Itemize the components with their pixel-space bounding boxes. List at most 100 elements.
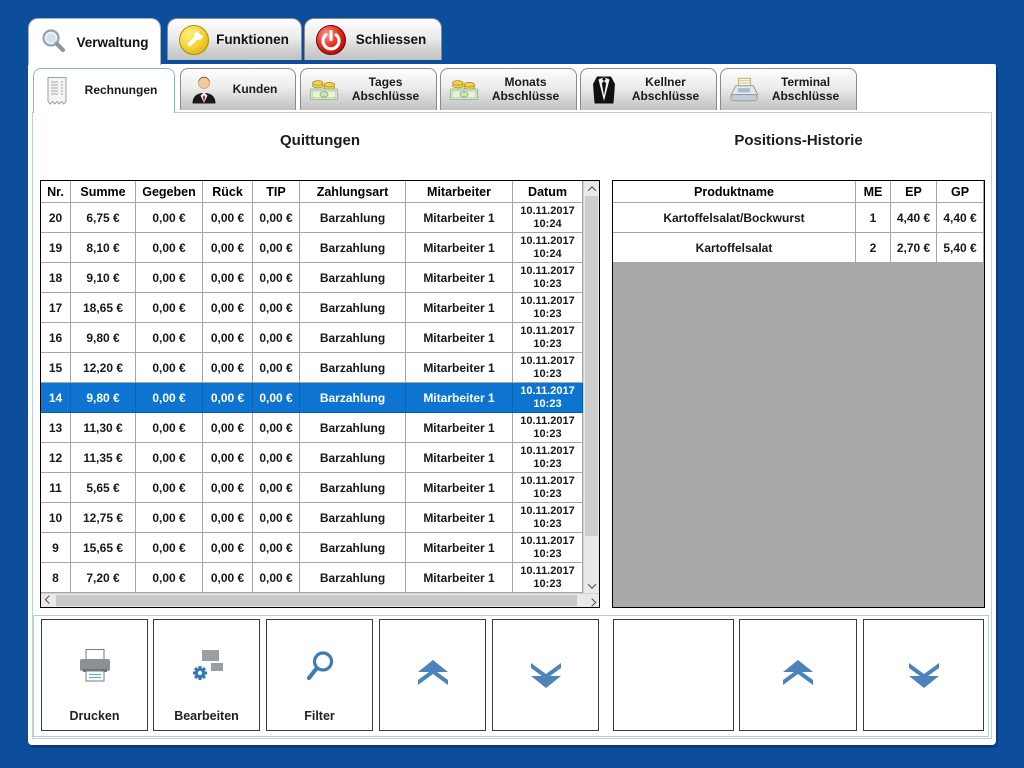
cell: 0,00 € [136, 503, 203, 533]
positions-row[interactable]: Kartoffelsalat22,70 €5,40 € [613, 233, 984, 263]
tab-rechnungen[interactable]: Rechnungen [33, 68, 175, 113]
cell: 19 [41, 233, 71, 263]
quittungen-row[interactable]: 206,75 €0,00 €0,00 €0,00 €BarzahlungMita… [41, 203, 583, 233]
cell: 0,00 € [136, 533, 203, 563]
tab-tages-abschluesse[interactable]: Tages Abschlüsse [300, 68, 437, 110]
terminal-icon [729, 74, 759, 106]
tab-schliessen[interactable]: Schliessen [304, 18, 442, 60]
empty-button[interactable] [613, 619, 734, 731]
tab-monats-abschluesse[interactable]: Monats Abschlüsse [440, 68, 577, 110]
filter-button[interactable]: Filter [266, 619, 373, 731]
quittungen-row[interactable]: 1718,65 €0,00 €0,00 €0,00 €BarzahlungMit… [41, 293, 583, 323]
column-header: Zahlungsart [300, 181, 406, 203]
tab-label: Kellner Abschlüsse [619, 76, 712, 104]
column-header: TIP [253, 181, 300, 203]
cell: Barzahlung [300, 413, 406, 443]
cell: 15 [41, 353, 71, 383]
cell-datum: 10.11.201710:23 [513, 263, 583, 293]
cell: Mitarbeiter 1 [406, 203, 513, 233]
column-header: Gegeben [136, 181, 203, 203]
scroll-up-arrow-icon[interactable] [584, 181, 599, 196]
cell: 0,00 € [253, 293, 300, 323]
quittungen-row[interactable]: 198,10 €0,00 €0,00 €0,00 €BarzahlungMita… [41, 233, 583, 263]
cell: 15,65 € [71, 533, 136, 563]
cell-datum: 10.11.201710:23 [513, 503, 583, 533]
cell: 0,00 € [203, 443, 253, 473]
cell: 0,00 € [253, 533, 300, 563]
cell-datum: 10.11.201710:23 [513, 293, 583, 323]
waiter-vest-icon [589, 74, 619, 106]
cell: 0,00 € [136, 383, 203, 413]
tab-kellner-abschluesse[interactable]: Kellner Abschlüsse [580, 68, 717, 110]
double-chevron-up-icon [380, 658, 485, 690]
cell: Barzahlung [300, 263, 406, 293]
cell: 0,00 € [253, 383, 300, 413]
quittungen-horizontal-scrollbar[interactable] [41, 593, 599, 607]
vertical-scroll-thumb[interactable] [585, 196, 598, 536]
tab-label: Monats Abschlüsse [479, 76, 572, 104]
column-header: GP [937, 181, 984, 203]
printer-icon [42, 648, 147, 684]
cell: 2 [856, 233, 891, 263]
quittungen-row[interactable]: 189,10 €0,00 €0,00 €0,00 €BarzahlungMita… [41, 263, 583, 293]
cell-datum: 10.11.201710:23 [513, 353, 583, 383]
cell: 0,00 € [136, 203, 203, 233]
quittungen-row[interactable]: 169,80 €0,00 €0,00 €0,00 €BarzahlungMita… [41, 323, 583, 353]
tab-funktionen[interactable]: Funktionen [167, 18, 302, 60]
quittungen-row[interactable]: 1311,30 €0,00 €0,00 €0,00 €BarzahlungMit… [41, 413, 583, 443]
cell-datum: 10.11.201710:24 [513, 233, 583, 263]
double-chevron-down-icon [864, 658, 983, 690]
cell: 0,00 € [253, 443, 300, 473]
positions-empty-area [613, 263, 984, 607]
quittungen-vertical-scrollbar[interactable] [583, 181, 599, 593]
cell: Mitarbeiter 1 [406, 503, 513, 533]
cell: 0,00 € [203, 203, 253, 233]
scroll-left-arrow-icon[interactable] [41, 594, 56, 607]
bearbeiten-button[interactable]: Bearbeiten [153, 619, 260, 731]
cell: 0,00 € [203, 323, 253, 353]
cell: Barzahlung [300, 383, 406, 413]
content-panel: Rechnungen Kunden [28, 64, 996, 745]
quittungen-rows: 206,75 €0,00 €0,00 €0,00 €BarzahlungMita… [41, 203, 599, 593]
quittungen-row[interactable]: 1512,20 €0,00 €0,00 €0,00 €BarzahlungMit… [41, 353, 583, 383]
tab-label: Kunden [219, 83, 291, 97]
quittungen-row[interactable]: 1211,35 €0,00 €0,00 €0,00 €BarzahlungMit… [41, 443, 583, 473]
quittungen-row[interactable]: 915,65 €0,00 €0,00 €0,00 €BarzahlungMita… [41, 533, 583, 563]
quittungen-row[interactable]: 1012,75 €0,00 €0,00 €0,00 €BarzahlungMit… [41, 503, 583, 533]
cell: 0,00 € [203, 233, 253, 263]
drucken-button[interactable]: Drucken [41, 619, 148, 731]
cell: 10 [41, 503, 71, 533]
quittungen-row[interactable]: 149,80 €0,00 €0,00 €0,00 €BarzahlungMita… [41, 383, 583, 413]
tab-label: Tages Abschlüsse [339, 76, 432, 104]
horizontal-scroll-thumb[interactable] [56, 595, 577, 606]
tab-terminal-abschluesse[interactable]: Terminal Abschlüsse [720, 68, 857, 110]
cell: 0,00 € [203, 293, 253, 323]
cell: Mitarbeiter 1 [406, 563, 513, 593]
cell: Mitarbeiter 1 [406, 353, 513, 383]
positions-scroll-up-button[interactable] [739, 619, 857, 731]
scroll-right-arrow-icon[interactable] [584, 594, 599, 607]
tab-kunden[interactable]: Kunden [180, 68, 296, 110]
positions-row[interactable]: Kartoffelsalat/Bockwurst14,40 €4,40 € [613, 203, 984, 233]
receipt-icon [42, 75, 72, 107]
magnifier-icon [39, 26, 71, 58]
tab-label: Schliessen [347, 32, 435, 47]
quittungen-scroll-down-button[interactable] [492, 619, 599, 731]
quittungen-row[interactable]: 87,20 €0,00 €0,00 €0,00 €BarzahlungMitar… [41, 563, 583, 593]
scroll-down-arrow-icon[interactable] [584, 578, 599, 593]
cell: 5,40 € [937, 233, 984, 263]
cell: Mitarbeiter 1 [406, 383, 513, 413]
cell: Kartoffelsalat/Bockwurst [613, 203, 856, 233]
tab-verwaltung[interactable]: Verwaltung [28, 18, 161, 65]
quittungen-scroll-up-button[interactable] [379, 619, 486, 731]
positions-scroll-down-button[interactable] [863, 619, 984, 731]
cell: 0,00 € [203, 353, 253, 383]
cell: 12,20 € [71, 353, 136, 383]
cell: 11 [41, 473, 71, 503]
quittungen-row[interactable]: 115,65 €0,00 €0,00 €0,00 €BarzahlungMita… [41, 473, 583, 503]
cell: 0,00 € [136, 263, 203, 293]
cell: 12 [41, 443, 71, 473]
quittungen-table: Nr.SummeGegebenRückTIPZahlungsartMitarbe… [40, 180, 600, 608]
cell: Mitarbeiter 1 [406, 323, 513, 353]
cell: Mitarbeiter 1 [406, 263, 513, 293]
